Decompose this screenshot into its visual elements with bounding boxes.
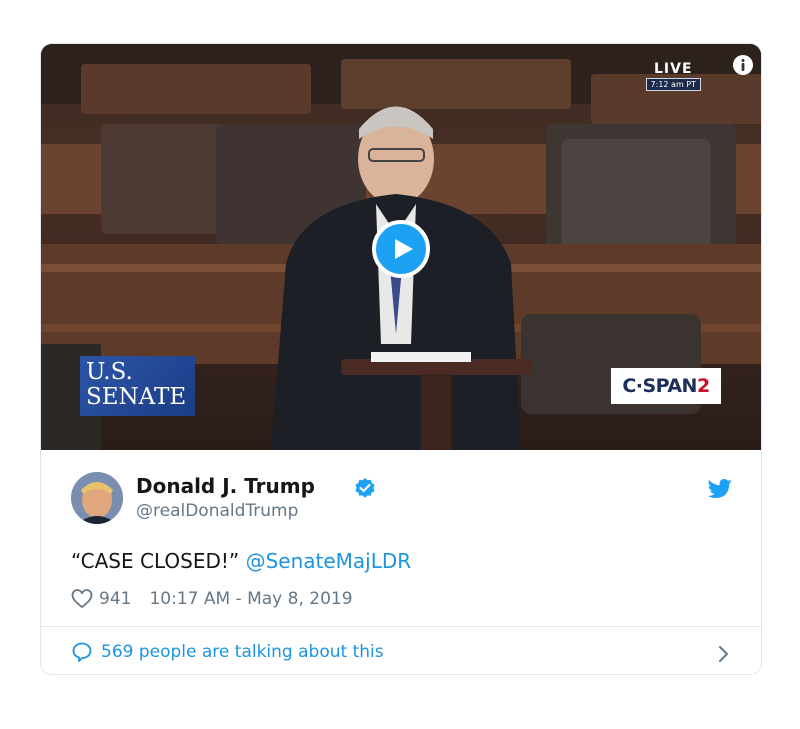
heart-icon[interactable] <box>71 588 93 610</box>
tweet-embed-card: LIVE 7:12 am PT U.S. SENATE C·SPAN2 Dona… <box>40 43 762 675</box>
cspan-prefix: C·SPAN <box>622 375 697 397</box>
chevron-right-icon[interactable] <box>717 643 731 665</box>
author-name[interactable]: Donald J. Trump <box>136 474 315 498</box>
mention-link[interactable]: @SenateMajLDR <box>246 549 412 573</box>
tweet-timestamp[interactable]: 10:17 AM - May 8, 2019 <box>149 589 352 609</box>
live-time: 7:12 am PT <box>645 78 701 91</box>
tweet-meta: 941 10:17 AM - May 8, 2019 <box>71 588 353 610</box>
info-icon[interactable] <box>732 54 754 76</box>
avatar-image <box>71 472 123 524</box>
tweet-text: “CASE CLOSED!” @SenateMajLDR <box>71 549 411 573</box>
tweet-quote: “CASE CLOSED!” <box>71 549 240 573</box>
cspan-number: 2 <box>696 375 710 397</box>
like-count[interactable]: 941 <box>99 589 131 609</box>
cspan2-logo: C·SPAN2 <box>611 368 721 404</box>
senate-logo-line2: SENATE <box>86 384 187 410</box>
divider <box>41 626 761 627</box>
us-senate-logo: U.S. SENATE <box>80 356 195 416</box>
live-badge: LIVE 7:12 am PT <box>645 61 701 91</box>
live-label: LIVE <box>654 61 693 77</box>
twitter-bird-icon[interactable] <box>707 478 733 500</box>
play-button[interactable] <box>372 220 430 278</box>
play-icon <box>395 239 413 259</box>
speech-bubble-icon <box>72 642 92 662</box>
verified-badge-icon <box>355 478 375 498</box>
author-handle[interactable]: @realDonaldTrump <box>136 501 298 521</box>
talking-count-text: 569 people are talking about this <box>101 642 384 662</box>
video-player[interactable]: LIVE 7:12 am PT U.S. SENATE C·SPAN2 <box>41 44 761 450</box>
avatar[interactable] <box>71 472 123 524</box>
conversation-link[interactable]: 569 people are talking about this <box>71 641 384 663</box>
senate-logo-line1: U.S. <box>86 359 133 385</box>
